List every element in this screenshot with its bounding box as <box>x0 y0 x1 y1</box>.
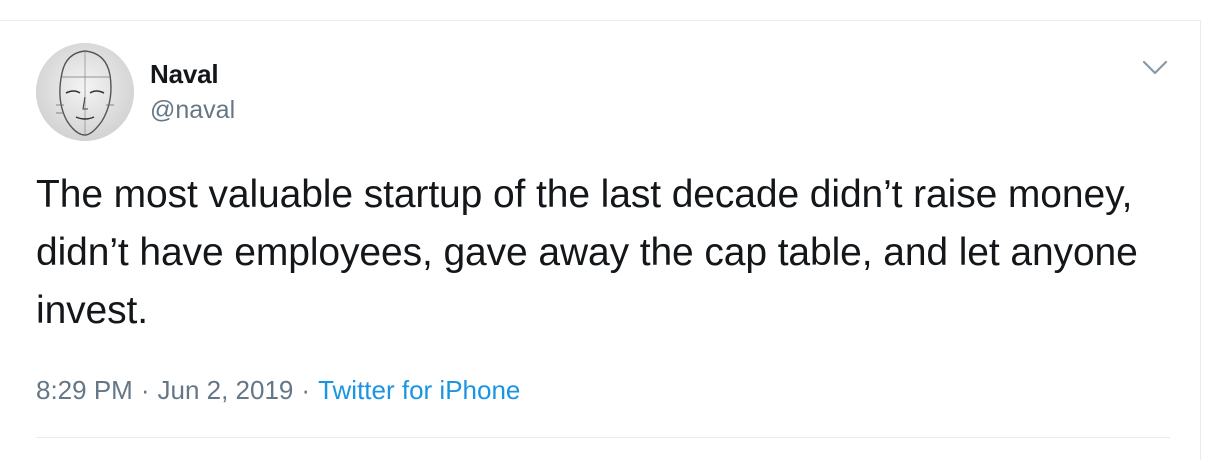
user-block: Naval @naval <box>150 59 235 125</box>
tweet-meta: 8:29 PM · Jun 2, 2019 · Twitter for iPhone <box>36 373 520 407</box>
meta-separator: · <box>301 375 311 405</box>
tweet-date[interactable]: Jun 2, 2019 <box>158 375 294 405</box>
divider <box>36 437 1170 438</box>
tweet-source-link[interactable]: Twitter for iPhone <box>318 375 520 405</box>
page: Naval @naval The most valuable startup o… <box>0 0 1216 460</box>
meta-separator: · <box>140 375 150 405</box>
tweet-time[interactable]: 8:29 PM <box>36 375 133 405</box>
author-handle[interactable]: @naval <box>150 95 235 125</box>
avatar-sketch-icon <box>36 43 134 141</box>
avatar[interactable] <box>36 43 134 141</box>
author-display-name[interactable]: Naval <box>150 59 235 89</box>
chevron-down-icon[interactable] <box>1141 57 1169 79</box>
tweet-card: Naval @naval The most valuable startup o… <box>0 20 1201 460</box>
tweet-text: The most valuable startup of the last de… <box>36 173 1138 332</box>
